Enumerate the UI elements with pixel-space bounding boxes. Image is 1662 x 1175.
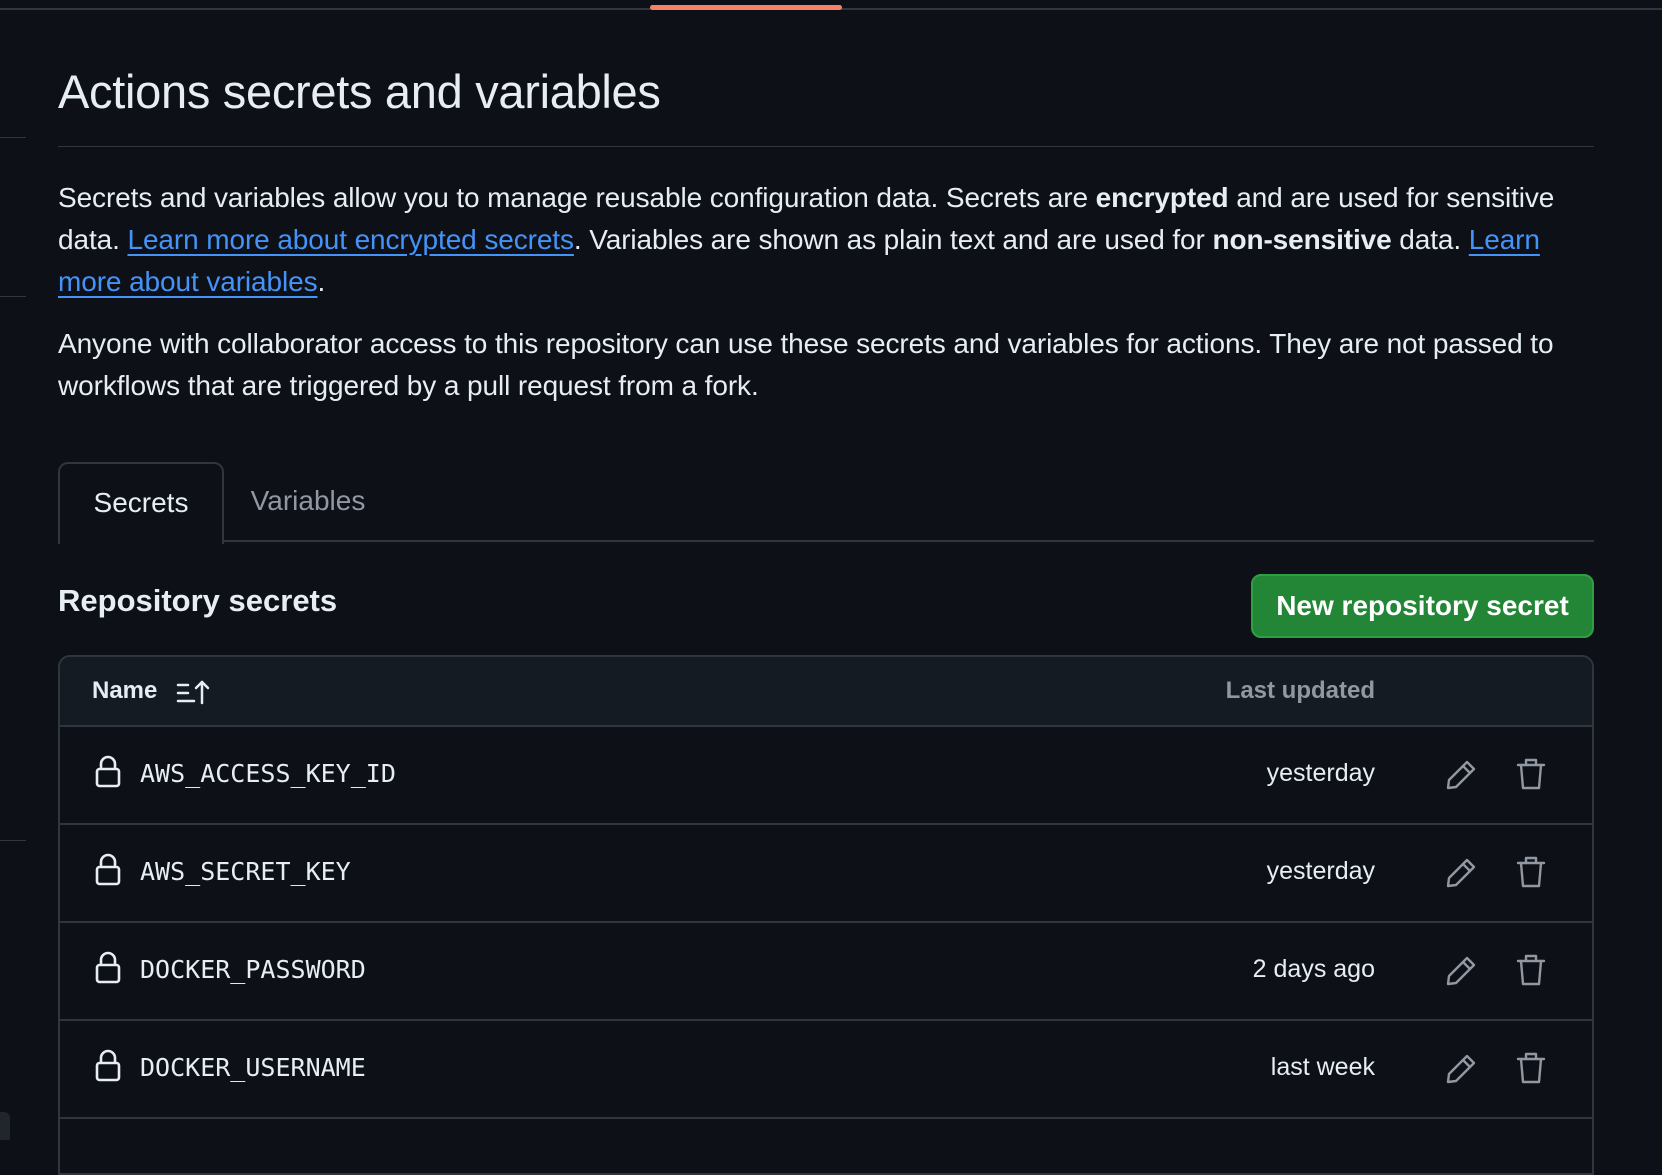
column-header-name: Name (92, 677, 158, 704)
secret-name: AWS_ACCESS_KEY_ID (140, 759, 396, 788)
lock-icon (95, 755, 121, 788)
pencil-icon[interactable] (1444, 954, 1478, 988)
sort-ascending-icon[interactable] (176, 679, 210, 707)
description-paragraph: Secrets and variables allow you to manag… (58, 177, 1594, 303)
description-emphasis: encrypted (1095, 182, 1229, 213)
last-updated: yesterday (1266, 759, 1375, 787)
description-text: . (317, 266, 326, 297)
lock-icon (95, 853, 121, 886)
tab-secrets[interactable]: Secrets (58, 462, 224, 544)
page-title: Actions secrets and variables (58, 65, 661, 118)
last-updated: yesterday (1266, 857, 1375, 885)
lock-icon (95, 1049, 121, 1082)
column-header-last-updated: Last updated (1225, 677, 1375, 704)
secrets-table: Name Last updated AWS_ACCESS_KEY_ID yest… (58, 655, 1594, 1175)
table-row: DOCKER_PASSWORD 2 days ago (60, 923, 1592, 1021)
last-updated: 2 days ago (1252, 955, 1375, 983)
sidebar-edge (0, 1112, 10, 1140)
lock-icon (95, 951, 121, 984)
pencil-icon[interactable] (1444, 856, 1478, 890)
tab-variables[interactable]: Variables (224, 462, 392, 542)
sidebar-divider (0, 840, 26, 841)
new-repository-secret-button[interactable]: New repository secret (1251, 574, 1594, 638)
description-text: Secrets and variables allow you to manag… (58, 182, 1096, 213)
table-row: AWS_SECRET_KEY yesterday (60, 825, 1592, 923)
trash-icon[interactable] (1516, 757, 1546, 791)
secret-name: AWS_SECRET_KEY (140, 857, 351, 886)
section-title: Repository secrets (58, 583, 338, 618)
trash-icon[interactable] (1516, 953, 1546, 987)
tab-bar: Secrets Variables (58, 462, 1594, 544)
trash-icon[interactable] (1516, 855, 1546, 889)
pencil-icon[interactable] (1444, 758, 1478, 792)
table-row: AWS_ACCESS_KEY_ID yesterday (60, 727, 1592, 825)
description-text: data. (1391, 224, 1469, 255)
description-text: . Variables are shown as plain text and … (573, 224, 1213, 255)
title-divider (58, 146, 1594, 147)
last-updated: last week (1270, 1053, 1375, 1081)
secret-name: DOCKER_USERNAME (140, 1053, 366, 1082)
active-nav-indicator (650, 5, 842, 10)
table-header: Name Last updated (60, 657, 1592, 727)
sidebar-divider (0, 296, 26, 297)
secret-name: DOCKER_PASSWORD (140, 955, 366, 984)
table-row: DOCKER_USERNAME last week (60, 1021, 1592, 1119)
description-emphasis: non-sensitive (1212, 224, 1392, 255)
trash-icon[interactable] (1516, 1051, 1546, 1085)
pencil-icon[interactable] (1444, 1052, 1478, 1086)
learn-encrypted-secrets-link[interactable]: Learn more about encrypted secrets (127, 224, 574, 255)
access-note: Anyone with collaborator access to this … (58, 328, 1554, 401)
sidebar-divider (0, 137, 26, 138)
